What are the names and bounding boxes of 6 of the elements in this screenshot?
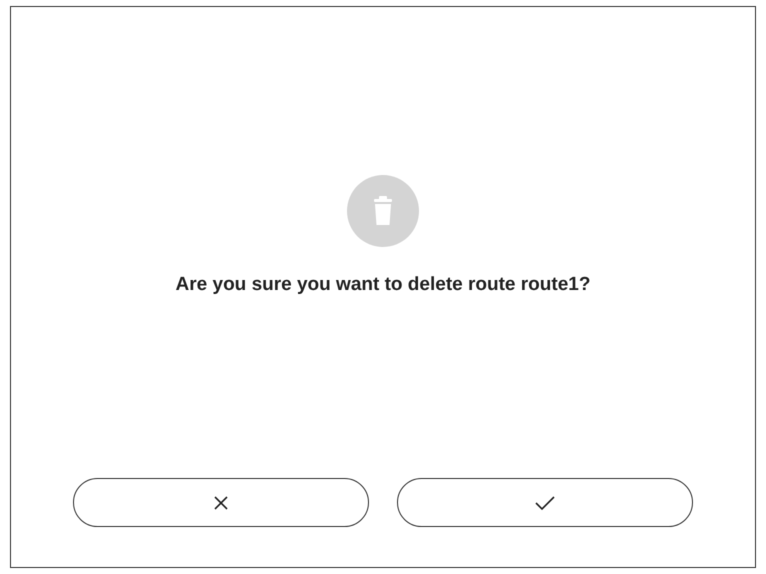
close-icon <box>214 496 228 510</box>
checkmark-icon <box>535 496 555 510</box>
confirm-button[interactable] <box>397 478 693 527</box>
trash-icon <box>347 175 419 247</box>
confirmation-message: Are you sure you want to delete route route1? <box>176 273 590 297</box>
cancel-button[interactable] <box>73 478 369 527</box>
